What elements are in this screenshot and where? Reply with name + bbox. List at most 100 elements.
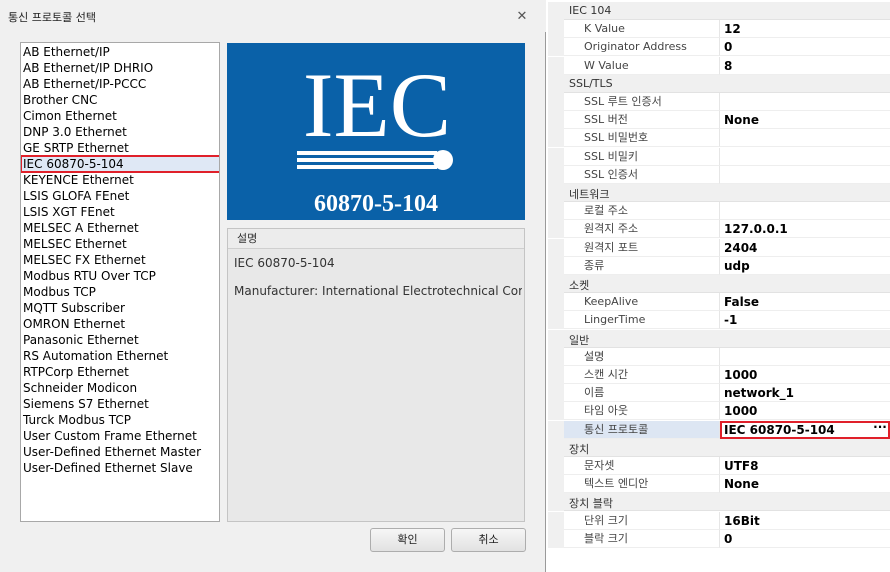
property-value-text: 1000 (724, 404, 758, 419)
property-value[interactable]: False (720, 293, 890, 312)
property-value[interactable]: 0 (720, 38, 890, 57)
row-gutter (548, 38, 564, 57)
cancel-button[interactable]: 취소 (451, 528, 526, 552)
protocol-list-item[interactable]: MQTT Subscriber (21, 300, 219, 316)
property-row[interactable]: SSL 인증서 (548, 165, 890, 184)
property-row[interactable]: LingerTime -1 (548, 311, 890, 330)
protocol-list[interactable]: AB Ethernet/IP AB Ethernet/IP DHRIO AB Eth… (20, 42, 220, 522)
property-row[interactable]: W Value 8 (548, 56, 890, 75)
property-row[interactable]: SSL 버전 None (548, 111, 890, 130)
property-name: SSL 비밀번호 (564, 129, 720, 148)
property-value[interactable]: None (720, 475, 890, 494)
protocol-list-item[interactable]: MELSEC FX Ethernet (21, 252, 219, 268)
property-value[interactable] (720, 129, 890, 148)
property-row[interactable]: 설명 (548, 347, 890, 366)
property-row[interactable]: K Value 12 (548, 20, 890, 39)
property-value[interactable]: 0 (720, 530, 890, 548)
property-value[interactable]: UTF8 (720, 457, 890, 475)
property-category[interactable]: 장치 (548, 438, 890, 457)
protocol-list-item[interactable]: RTPCorp Ethernet (21, 364, 219, 380)
protocol-list-item[interactable]: Modbus TCP (21, 284, 219, 300)
property-value[interactable]: 12 (720, 20, 890, 39)
property-row[interactable]: 원격지 포트 2404 (548, 238, 890, 257)
category-gutter (548, 438, 564, 457)
property-category[interactable]: 장치 블락 (548, 493, 890, 512)
property-category[interactable]: 소켓 (548, 275, 890, 293)
property-name: SSL 비밀키 (564, 147, 720, 166)
property-value[interactable]: 16Bit (720, 512, 890, 530)
protocol-list-item[interactable]: Siemens S7 Ethernet (21, 396, 219, 412)
property-value-text: IEC 60870-5-104 (724, 422, 835, 437)
property-row[interactable]: SSL 루트 인증서 (548, 93, 890, 111)
protocol-list-item[interactable]: RS Automation Ethernet (21, 348, 219, 364)
protocol-list-item[interactable]: AB Ethernet/IP (21, 44, 219, 60)
property-name: K Value (564, 20, 720, 39)
property-row[interactable]: 원격지 주소 127.0.0.1 (548, 220, 890, 239)
property-category[interactable]: 네트워크 (548, 184, 890, 202)
protocol-list-item[interactable]: Panasonic Ethernet (21, 332, 219, 348)
property-row[interactable]: Originator Address 0 (548, 38, 890, 57)
property-row[interactable]: 스캔 시간 1000 (548, 366, 890, 384)
property-name: 원격지 포트 (564, 238, 720, 257)
protocol-list-item[interactable]: KEYENCE Ethernet (21, 172, 219, 188)
property-value[interactable]: None (720, 111, 890, 130)
property-value[interactable]: 127.0.0.1 (720, 220, 890, 239)
property-row[interactable]: 블락 크기 0 (548, 529, 890, 548)
property-value[interactable]: -1 (720, 311, 890, 330)
property-row[interactable]: SSL 비밀번호 (548, 129, 890, 148)
ok-button[interactable]: 확인 (370, 528, 445, 552)
protocol-list-item[interactable]: Turck Modbus TCP (21, 412, 219, 428)
property-value-text: udp (724, 258, 750, 273)
property-name: 단위 크기 (564, 511, 720, 530)
row-gutter (548, 238, 564, 257)
protocol-list-item[interactable]: LSIS GLOFA FEnet (21, 188, 219, 204)
property-grid: IEC 104 K Value 12 Originator Address 0 W Val… (548, 0, 890, 572)
protocol-list-item[interactable]: MELSEC Ethernet (21, 236, 219, 252)
property-value[interactable]: IEC 60870-5-104 ··· (720, 420, 890, 439)
protocol-list-item[interactable]: AB Ethernet/IP-PCCC (21, 76, 219, 92)
property-value[interactable] (720, 93, 890, 111)
property-value[interactable]: network_1 (720, 384, 890, 403)
property-row[interactable]: 종류 udp (548, 256, 890, 275)
property-row[interactable]: 타임 아웃 1000 (548, 402, 890, 421)
property-row[interactable]: 로컬 주소 (548, 202, 890, 221)
protocol-list-item[interactable]: Modbus RTU Over TCP (21, 268, 219, 284)
property-category[interactable]: 일반 (548, 329, 890, 348)
protocol-list-item[interactable]: LSIS XGT FEnet (21, 204, 219, 220)
property-value[interactable] (720, 202, 890, 221)
property-name: 블락 크기 (564, 529, 720, 548)
property-row[interactable]: 통신 프로토콜 IEC 60870-5-104 ··· (548, 420, 890, 439)
property-value[interactable] (720, 348, 890, 366)
property-category[interactable]: SSL/TLS (548, 74, 890, 93)
protocol-list-item[interactable]: Brother CNC (21, 92, 219, 108)
property-category[interactable]: IEC 104 (548, 2, 890, 20)
row-gutter (548, 384, 564, 403)
property-row[interactable]: 단위 크기 16Bit (548, 511, 890, 530)
protocol-list-item[interactable]: IEC 60870-5-104 (21, 155, 219, 173)
property-row[interactable]: SSL 비밀키 (548, 147, 890, 166)
property-value[interactable]: 8 (720, 57, 890, 75)
protocol-list-item[interactable]: OMRON Ethernet (21, 316, 219, 332)
property-value[interactable] (720, 166, 890, 184)
protocol-list-item[interactable]: Schneider Modicon (21, 380, 219, 396)
property-row[interactable]: KeepAlive False (548, 293, 890, 312)
property-row[interactable]: 문자셋 UTF8 (548, 457, 890, 475)
protocol-list-item[interactable]: GE SRTP Ethernet (21, 140, 219, 156)
ellipsis-button[interactable]: ··· (872, 421, 888, 437)
property-value[interactable]: udp (720, 257, 890, 275)
protocol-list-item[interactable]: Cimon Ethernet (21, 108, 219, 124)
protocol-list-item[interactable]: User-Defined Ethernet Master (21, 444, 219, 460)
protocol-list-item[interactable]: AB Ethernet/IP DHRIO (21, 60, 219, 76)
property-row[interactable]: 이름 network_1 (548, 384, 890, 403)
property-row[interactable]: 텍스트 엔디안 None (548, 475, 890, 494)
protocol-list-item[interactable]: User-Defined Ethernet Slave (21, 460, 219, 476)
property-value-text: 16Bit (724, 513, 760, 528)
close-icon[interactable]: ✕ (513, 8, 531, 26)
property-value[interactable]: 1000 (720, 366, 890, 384)
protocol-list-item[interactable]: User Custom Frame Ethernet (21, 428, 219, 444)
protocol-list-item[interactable]: MELSEC A Ethernet (21, 220, 219, 236)
protocol-list-item[interactable]: DNP 3.0 Ethernet (21, 124, 219, 140)
property-value[interactable]: 1000 (720, 402, 890, 421)
property-value[interactable]: 2404 (720, 239, 890, 257)
property-value[interactable] (720, 148, 890, 166)
